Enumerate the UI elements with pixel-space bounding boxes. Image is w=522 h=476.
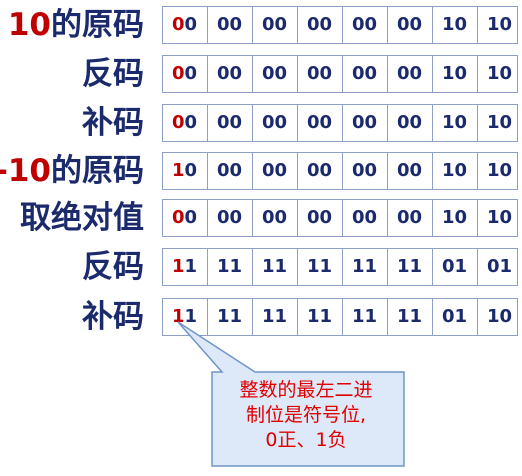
bit-cell: 00 — [388, 56, 433, 92]
bit-cell: 00 — [208, 7, 253, 43]
bit-row: 11 11 11 11 11 11 01 01 — [162, 248, 518, 286]
bit-cell: 00 — [343, 105, 388, 141]
bit-cell: 11 — [343, 299, 388, 335]
bit-cell: 10 — [163, 153, 208, 189]
sign-bit: 1 — [172, 256, 185, 277]
bit-cell: 11 — [208, 249, 253, 285]
row-title: 反码 — [82, 249, 144, 285]
bit-rest: 1 — [184, 256, 198, 277]
bit-cell: 10 — [487, 160, 513, 181]
bit-cell: 00 — [298, 200, 343, 236]
bit-cell: 00 — [388, 200, 433, 236]
row-label: 取绝对值 — [20, 199, 144, 237]
bit-cell: 10 — [433, 153, 478, 189]
bit-cell: 11 — [388, 249, 433, 285]
bit-rest: 0 — [184, 112, 198, 133]
bit-cell: 00 — [253, 56, 298, 92]
sign-bit: 0 — [172, 112, 185, 133]
sign-bit: 1 — [172, 306, 185, 327]
bit-cell: 11 — [253, 249, 298, 285]
bit-cell: 10 — [433, 7, 478, 43]
row-label: 反码 — [82, 55, 144, 93]
bit-cell: 00 — [163, 200, 208, 236]
bit-cell: 00 — [343, 7, 388, 43]
bit-row: 00 00 00 00 00 00 10 10 — [162, 199, 518, 237]
sign-bit: 0 — [172, 14, 185, 35]
bit-row: 11 11 11 11 11 11 01 10 — [162, 298, 518, 336]
bit-cell: 00 — [298, 153, 343, 189]
bit-cell: 00 — [253, 105, 298, 141]
row-label: 补码 — [82, 298, 144, 336]
bit-cell: 10 — [487, 63, 513, 84]
bit-cell: 10 — [487, 14, 513, 35]
bit-cell: 00 — [253, 7, 298, 43]
bit-cell: 00 — [388, 7, 433, 43]
bit-rest: 0 — [184, 63, 198, 84]
bit-cell: 01 — [433, 299, 478, 335]
row-label: 反码 — [82, 248, 144, 286]
bit-cell: 00 — [298, 105, 343, 141]
row-title: 反码 — [82, 56, 144, 92]
bit-cell: 10 — [487, 306, 513, 327]
bit-row: 00 00 00 00 00 00 10 10 — [162, 55, 518, 93]
bit-cell: 11 — [343, 249, 388, 285]
bit-cell: 00 — [343, 56, 388, 92]
bit-cell: 00 — [163, 105, 208, 141]
bit-cell: 00 — [343, 153, 388, 189]
row-number: -10 — [0, 153, 51, 189]
bit-rest: 0 — [184, 207, 198, 228]
bit-cell: 01 — [433, 249, 478, 285]
row-title: 补码 — [82, 105, 144, 141]
bit-cell: 00 — [163, 56, 208, 92]
bit-cell: 00 — [343, 200, 388, 236]
bit-cell: 10 — [433, 105, 478, 141]
bit-row: 00 00 00 00 00 00 10 10 — [162, 6, 518, 44]
row-title: 补码 — [82, 299, 144, 335]
bit-cell: 00 — [388, 105, 433, 141]
bit-cell: 11 — [208, 299, 253, 335]
bit-cell: 00 — [208, 200, 253, 236]
row-label: 10的原码 — [8, 6, 144, 44]
sign-bit: 0 — [172, 207, 185, 228]
bit-cell: 01 — [487, 256, 513, 277]
bit-cell: 00 — [253, 153, 298, 189]
bit-cell: 11 — [298, 249, 343, 285]
bit-cell: 10 — [487, 207, 513, 228]
sign-bit: 0 — [172, 63, 185, 84]
bit-cell: 00 — [253, 200, 298, 236]
bit-cell: 10 — [433, 56, 478, 92]
bit-rest: 1 — [184, 306, 198, 327]
row-label: -10的原码 — [0, 152, 144, 190]
bit-cell: 11 — [163, 299, 208, 335]
bit-cell: 11 — [388, 299, 433, 335]
bit-cell: 00 — [163, 7, 208, 43]
sign-bit-callout: 整数的最左二进 制位是符号位, 0正、1负 — [213, 378, 399, 453]
bit-cell: 00 — [298, 7, 343, 43]
bit-rest: 0 — [184, 14, 198, 35]
bit-cell: 00 — [208, 105, 253, 141]
row-label: 补码 — [82, 104, 144, 142]
bit-cell: 11 — [298, 299, 343, 335]
bit-row: 00 00 00 00 00 00 10 10 — [162, 104, 518, 142]
binary-representation-diagram: 10的原码 00 00 00 00 00 00 10 10 反码 00 00 0… — [0, 0, 522, 476]
row-number: 10 — [7, 7, 51, 43]
callout-line: 制位是符号位, — [245, 404, 367, 426]
bit-cell: 11 — [163, 249, 208, 285]
bit-cell: 10 — [433, 200, 478, 236]
row-title: 的原码 — [51, 7, 144, 43]
bit-cell: 00 — [298, 56, 343, 92]
bit-rest: 0 — [184, 160, 198, 181]
bit-cell: 00 — [208, 56, 253, 92]
bit-cell: 11 — [253, 299, 298, 335]
bit-cell: 00 — [388, 153, 433, 189]
callout-line: 整数的最左二进 — [239, 379, 373, 401]
callout-line: 0正、1负 — [265, 429, 347, 451]
bit-cell: 10 — [487, 112, 513, 133]
row-title: 取绝对值 — [20, 200, 144, 236]
sign-bit: 1 — [172, 160, 185, 181]
row-title: 的原码 — [51, 153, 144, 189]
bit-cell: 00 — [208, 153, 253, 189]
bit-row: 10 00 00 00 00 00 10 10 — [162, 152, 518, 190]
